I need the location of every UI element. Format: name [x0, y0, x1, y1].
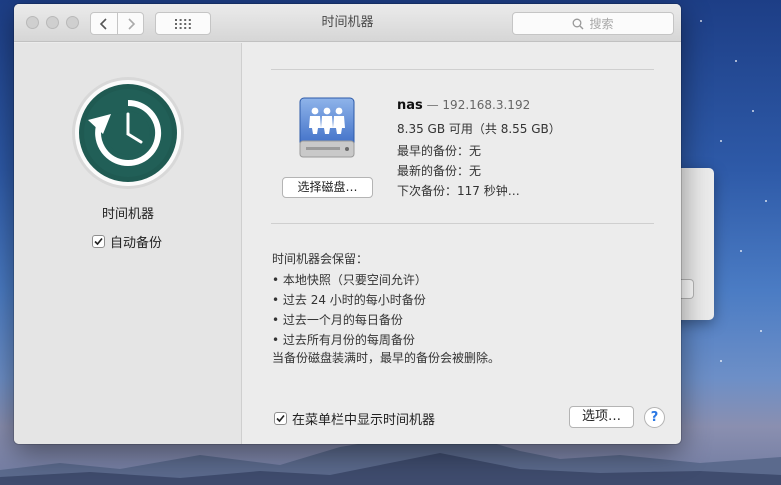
select-disk-button[interactable]: 选择磁盘…: [282, 177, 373, 198]
list-item: • 过去所有月份的每周备份: [272, 333, 415, 347]
chevron-right-icon: [127, 17, 135, 30]
latest-backup: 最新的备份：无: [397, 164, 482, 178]
title-bar: 时间机器 搜索: [14, 4, 681, 42]
grid-icon: [175, 18, 191, 29]
list-item: • 过去 24 小时的每小时备份: [272, 293, 426, 307]
options-button[interactable]: 选项…: [569, 406, 634, 428]
middle-divider: [271, 223, 654, 224]
top-divider: [271, 69, 654, 70]
checkbox-box[interactable]: [274, 412, 287, 425]
search-placeholder: 搜索: [589, 17, 614, 31]
auto-backup-checkbox[interactable]: 自动备份: [92, 232, 162, 251]
auto-backup-label: 自动备份: [110, 236, 163, 251]
search-field[interactable]: 搜索: [512, 12, 674, 35]
search-icon: [573, 18, 584, 29]
back-button[interactable]: [91, 13, 117, 34]
oldest-backup: 最早的备份：无: [397, 144, 482, 158]
keeps-list: • 本地快照（只要空间允许） • 过去 24 小时的每小时备份 • 过去一个月的…: [272, 270, 427, 350]
keeps-title: 时间机器会保留：: [272, 252, 369, 266]
disk-address: 192.168.3.192: [442, 98, 531, 112]
checkbox-box[interactable]: [92, 235, 105, 248]
show-in-menubar-checkbox[interactable]: 在菜单栏中显示时间机器: [274, 409, 435, 428]
disk-capacity: 8.35 GB 可用（共 8.55 GB）: [397, 122, 561, 136]
disk-separator: —: [426, 98, 439, 112]
sidebar-title: 时间机器: [101, 207, 154, 222]
navigation-buttons: [90, 12, 144, 35]
help-button[interactable]: ?: [644, 407, 665, 428]
next-backup: 下次备份：117 秒钟…: [397, 184, 520, 198]
time-machine-icon: [72, 77, 184, 189]
full-disk-note: 当备份磁盘装满时，最早的备份会被删除。: [272, 351, 501, 365]
forward-button[interactable]: [117, 13, 143, 34]
disk-name-line: nas — 192.168.3.192: [397, 98, 530, 113]
list-item: • 本地快照（只要空间允许）: [272, 273, 427, 287]
chevron-left-icon: [99, 17, 107, 30]
sidebar: 时间机器 自动备份: [14, 43, 242, 444]
time-machine-preferences-window: 时间机器 搜索 时间机器 自动备份 选择磁盘… nas — 192.168.3.…: [14, 4, 681, 444]
network-disk-icon: [299, 97, 355, 158]
show-all-button[interactable]: [155, 12, 211, 35]
checkmark-icon: [94, 237, 103, 246]
checkmark-icon: [276, 414, 285, 423]
list-item: • 过去一个月的每日备份: [272, 313, 403, 327]
disk-name: nas: [397, 98, 423, 113]
show-in-menubar-label: 在菜单栏中显示时间机器: [292, 413, 436, 428]
